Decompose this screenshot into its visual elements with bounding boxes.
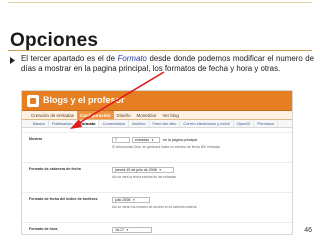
show-unit-value: entradas [135, 138, 149, 142]
setting-date-header: Formato de cabecera de fecha jueves 15 d… [22, 162, 292, 188]
bullet-text-start: El tercer apartado es el de [21, 54, 118, 63]
chevron-down-icon: ▼ [132, 198, 136, 202]
primary-tabs: Creación de entradas Configuración Diseñ… [22, 111, 292, 120]
show-after-text: en la página principal. [163, 138, 198, 142]
time-label: Formato de hora [29, 227, 58, 231]
show-unit-select[interactable]: entradas ▼ [132, 137, 160, 143]
archive-date-help: Así se verán los enlaces de archivo en l… [112, 205, 198, 209]
show-count-input[interactable]: 7 [112, 137, 130, 143]
subtab-openid[interactable]: OpenID [234, 120, 255, 127]
time-format-select[interactable]: 16:17 ▼ [112, 227, 152, 233]
slide-title: Opciones [10, 30, 99, 51]
time-format-value: 16:17 [115, 228, 124, 232]
blog-banner: Blogs y el profesor [22, 91, 292, 111]
show-label: Mostrar [29, 137, 43, 141]
bullet-paragraph: El tercer apartado es el de Formato desd… [21, 54, 314, 74]
date-header-select[interactable]: jueves 15 de julio de 2008 ▼ [112, 167, 174, 173]
archive-date-select[interactable]: julio 2008 ▼ [112, 197, 150, 203]
embedded-screenshot: Blogs y el profesor Creación de entradas… [21, 90, 293, 235]
archive-date-label: Formato de fecha del índice de archivos [29, 197, 98, 201]
subtab-permisos[interactable]: Permisos [254, 120, 279, 127]
tab-monetizar[interactable]: Monetizar [134, 111, 160, 119]
chevron-down-icon: ▼ [158, 168, 162, 172]
tab-configuracion[interactable]: Configuración [77, 111, 114, 119]
slide-top-rule [8, 2, 312, 3]
date-header-label: Formato de cabecera de fecha [29, 167, 81, 171]
title-underline [8, 50, 312, 51]
secondary-tabs: Básico Publicación Formato Comentarios A… [22, 120, 292, 128]
setting-archive-date: Formato de fecha del índice de archivos … [22, 192, 292, 218]
bullet-arrow-icon [10, 57, 15, 64]
subtab-formato[interactable]: Formato [76, 120, 100, 127]
tab-ver-blog[interactable]: Ver blog [159, 111, 182, 119]
chevron-down-icon: ▼ [126, 228, 129, 232]
page-number: 46 [304, 227, 312, 234]
date-header-value: jueves 15 de julio de 2008 [115, 168, 157, 172]
archive-date-value: julio 2008 [115, 198, 131, 202]
subtab-basico[interactable]: Básico [30, 120, 50, 127]
tab-creacion-entradas[interactable]: Creación de entradas [28, 111, 77, 119]
subtab-publicacion[interactable]: Publicación [49, 120, 77, 127]
chevron-down-icon: ▼ [151, 138, 154, 142]
tab-diseno[interactable]: Diseño [114, 111, 134, 119]
blog-title: Blogs y el profesor [43, 95, 125, 105]
subtab-correo-movil[interactable]: Correo electrónico y móvil [180, 120, 234, 127]
setting-time: Formato de hora 16:17 ▼ [22, 222, 292, 234]
date-header-help: Así se verá la fecha encima de las entra… [112, 175, 177, 179]
blogger-logo-icon [27, 95, 39, 107]
bullet-keyword: Formato [117, 54, 147, 63]
setting-show: Mostrar 7 entradas ▼ en la página princip… [22, 132, 292, 158]
subtab-comentarios[interactable]: Comentarios [99, 120, 130, 127]
subtab-archivo[interactable]: Archivo [129, 120, 150, 127]
subtab-feed[interactable]: Feed del sitio [150, 120, 181, 127]
show-help-text: Si seleccionas Días, se generará hasta u… [112, 145, 221, 149]
